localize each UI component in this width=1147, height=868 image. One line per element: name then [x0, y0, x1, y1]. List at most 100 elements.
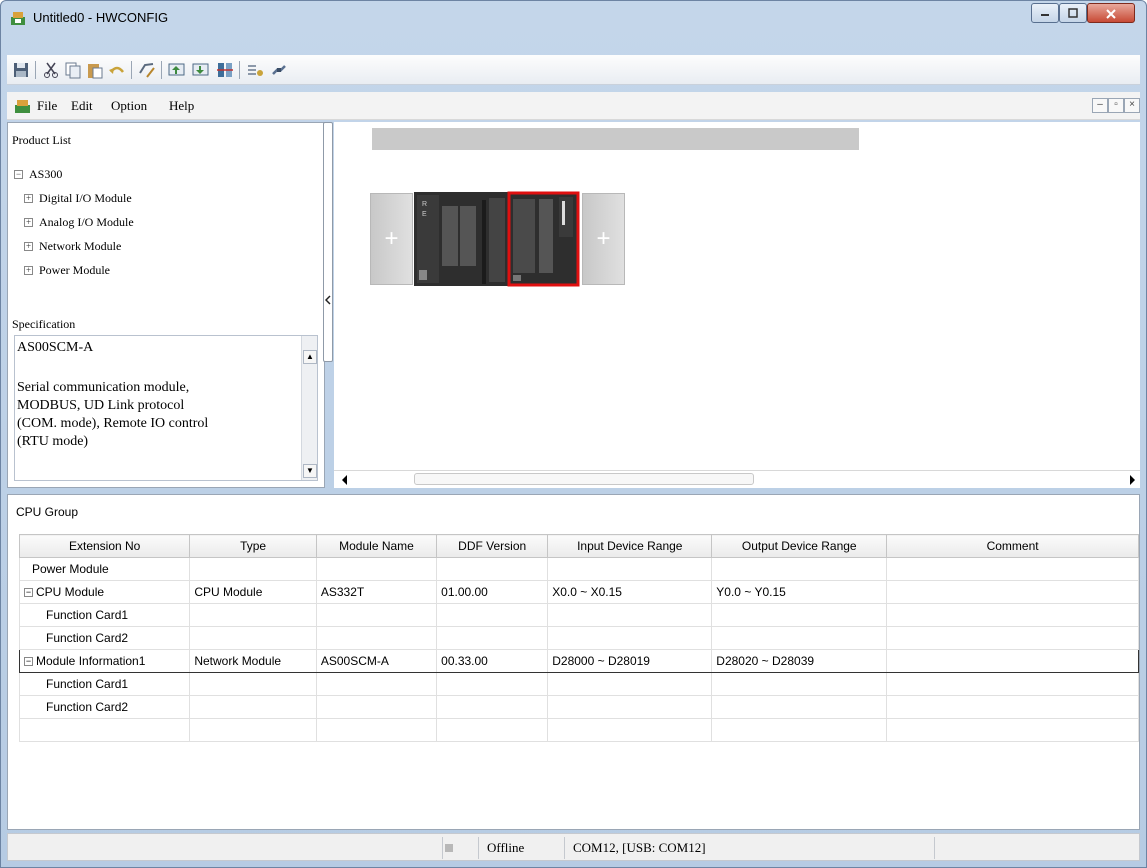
col-comment[interactable]: Comment — [886, 534, 1139, 558]
document-icon — [15, 100, 30, 113]
table-cell[interactable] — [886, 672, 1139, 696]
collapse-icon[interactable]: − — [24, 657, 33, 666]
table-cell — [189, 672, 317, 696]
tree-item-digital-io[interactable]: + Digital I/O Module — [24, 191, 132, 206]
chevron-left-icon — [325, 295, 331, 305]
col-extension-no[interactable]: Extension No — [18, 534, 191, 558]
online-icon[interactable] — [245, 60, 265, 80]
tree-item-root[interactable]: − AS300 — [14, 167, 62, 182]
upload-icon[interactable] — [167, 60, 187, 80]
expand-icon[interactable]: + — [24, 194, 33, 203]
tree-item-analog-io[interactable]: + Analog I/O Module — [24, 215, 134, 230]
spec-line-2: MODBUS, UD Link protocol — [17, 398, 185, 413]
status-extra — [934, 837, 1134, 859]
scroll-up-icon[interactable]: ▲ — [303, 350, 317, 364]
col-type[interactable]: Type — [189, 534, 317, 558]
scroll-left-icon[interactable] — [340, 474, 348, 486]
table-cell — [711, 603, 888, 627]
table-cell: 00.33.00 — [436, 649, 549, 673]
cpu-module-icon[interactable]: R E — [414, 192, 509, 286]
table-cell — [711, 672, 888, 696]
table-cell — [436, 672, 549, 696]
menu-edit[interactable]: Edit — [71, 98, 93, 114]
copy-icon[interactable] — [63, 60, 83, 80]
check-icon[interactable] — [137, 60, 157, 80]
table-cell — [189, 718, 317, 742]
menu-option[interactable]: Option — [111, 98, 147, 114]
table-cell[interactable] — [886, 603, 1139, 627]
network-module-icon-selected[interactable] — [507, 191, 580, 287]
svg-text:E: E — [422, 211, 427, 218]
maximize-button[interactable] — [1059, 3, 1087, 23]
table-row[interactable] — [18, 718, 1139, 742]
save-icon[interactable] — [11, 60, 31, 80]
table-row[interactable]: − CPU Module CPU Module AS332T 01.00.00 X… — [18, 580, 1139, 604]
cpu-group-title: CPU Group — [16, 505, 79, 519]
table-cell — [711, 557, 888, 581]
minimize-button[interactable] — [1031, 3, 1059, 23]
connect-icon[interactable] — [269, 60, 289, 80]
table-cell: AS332T — [315, 580, 438, 604]
col-module-name[interactable]: Module Name — [315, 534, 438, 558]
tree-item-network[interactable]: + Network Module — [24, 239, 121, 254]
spec-model: AS00SCM-A — [17, 340, 94, 355]
col-output-range[interactable]: Output Device Range — [711, 534, 888, 558]
table-cell — [547, 672, 713, 696]
download-icon[interactable] — [191, 60, 211, 80]
spec-scrollbar[interactable]: ▲ ▼ — [301, 336, 317, 480]
table-cell[interactable] — [886, 718, 1139, 742]
col-input-range[interactable]: Input Device Range — [547, 534, 713, 558]
mdi-minimize-button[interactable]: – — [1092, 98, 1108, 113]
collapse-icon[interactable]: − — [24, 588, 33, 597]
table-row-selected[interactable]: − Module Information1 Network Module AS00… — [18, 649, 1139, 673]
scan-icon[interactable] — [215, 60, 235, 80]
add-left-slot-button[interactable]: + — [370, 193, 413, 285]
close-icon — [1106, 9, 1116, 19]
expand-icon[interactable]: + — [24, 242, 33, 251]
table-cell[interactable] — [886, 626, 1139, 650]
add-right-slot-button[interactable]: + — [582, 193, 625, 285]
table-cell[interactable] — [886, 557, 1139, 581]
expand-icon[interactable]: + — [24, 218, 33, 227]
table-cell[interactable] — [886, 695, 1139, 719]
table-row[interactable]: Function Card1 — [18, 672, 1139, 696]
scroll-right-icon[interactable] — [1129, 474, 1137, 486]
undo-icon[interactable] — [107, 60, 127, 80]
table-cell[interactable] — [886, 580, 1139, 604]
close-button[interactable] — [1087, 3, 1135, 23]
table-row[interactable]: Function Card2 — [18, 695, 1139, 719]
mdi-restore-button[interactable]: ▫ — [1108, 98, 1124, 113]
table-cell: − Module Information1 — [18, 649, 191, 673]
table-cell: X0.0 ~ X0.15 — [547, 580, 713, 604]
expand-icon[interactable]: + — [24, 266, 33, 275]
app-window: Untitled0 - HWCONFIG File Edit Option He… — [0, 0, 1147, 868]
table-cell[interactable] — [886, 649, 1139, 673]
design-hscrollbar[interactable] — [334, 470, 1140, 488]
table-header-row: Extension No Type Module Name DDF Versio… — [18, 534, 1139, 558]
scroll-thumb[interactable] — [414, 473, 754, 485]
col-ddf-version[interactable]: DDF Version — [436, 534, 549, 558]
tree-item-power[interactable]: + Power Module — [24, 263, 110, 278]
product-list-label: Product List — [12, 133, 71, 147]
menu-file[interactable]: File — [37, 98, 57, 114]
collapse-icon[interactable]: − — [14, 170, 23, 179]
table-cell — [436, 718, 549, 742]
table-row[interactable]: Power Module — [18, 557, 1139, 581]
table-cell — [315, 557, 438, 581]
cut-icon[interactable] — [41, 60, 61, 80]
scroll-down-icon[interactable]: ▼ — [303, 464, 317, 478]
status-port: COM12, [USB: COM12] — [564, 837, 934, 859]
paste-icon[interactable] — [85, 60, 105, 80]
mdi-close-button[interactable]: × — [1124, 98, 1140, 113]
table-cell — [189, 557, 317, 581]
table-row[interactable]: Function Card1 — [18, 603, 1139, 627]
rack-design-area[interactable]: + R E + — [334, 122, 1140, 488]
menu-help[interactable]: Help — [169, 98, 194, 114]
panel-collapse-handle[interactable] — [323, 122, 333, 362]
table-cell — [436, 695, 549, 719]
maximize-icon — [1068, 8, 1078, 18]
table-cell: D28000 ~ D28019 — [547, 649, 713, 673]
table-cell: Y0.0 ~ Y0.15 — [711, 580, 888, 604]
toolbar — [7, 55, 1140, 85]
table-row[interactable]: Function Card2 — [18, 626, 1139, 650]
